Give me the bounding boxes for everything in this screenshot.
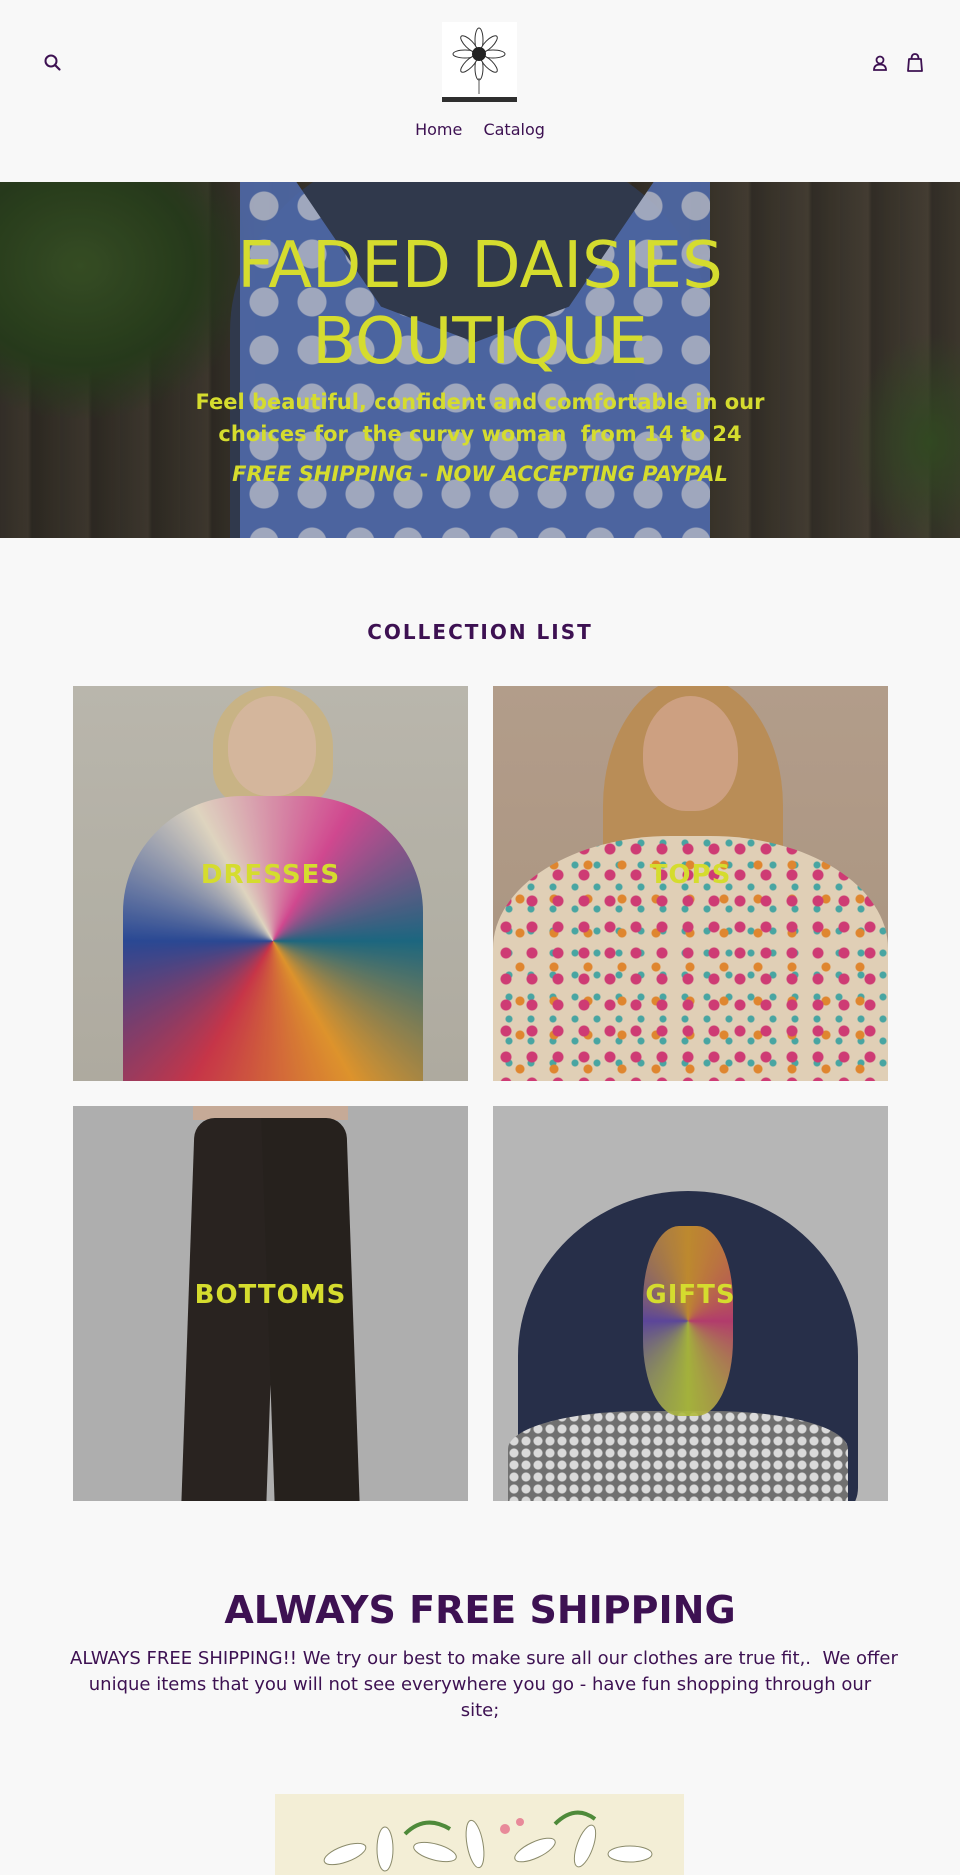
collection-label-dresses: DRESSES	[200, 860, 341, 890]
account-button[interactable]	[868, 50, 892, 76]
daisy-flowers-image	[323, 1810, 653, 1872]
hero-title-line2: BOUTIQUE	[312, 305, 648, 379]
hero-subtitle-line1: Feel beautiful, confident and comfortabl…	[195, 390, 765, 414]
daisy-logo	[452, 27, 506, 94]
daisy-illustration	[275, 1794, 684, 1875]
nav-home[interactable]: Home	[415, 120, 462, 139]
cart-button[interactable]	[902, 48, 928, 76]
site-logo[interactable]	[442, 22, 517, 102]
collection-label-tops: TOPS	[649, 860, 732, 890]
free-shipping-text-line2: unique items that you will not see every…	[88, 1674, 872, 1721]
free-shipping-text-line1: ALWAYS FREE SHIPPING!! We try our best t…	[70, 1648, 898, 1669]
collection-card-bottoms[interactable]: BOTTOMS	[73, 1106, 468, 1501]
hero-title-line1: FADED DAISIES	[237, 229, 723, 303]
collection-card-gifts[interactable]: GIFTS	[493, 1106, 888, 1501]
search-icon	[44, 54, 61, 71]
collection-card-tops[interactable]: TOPS	[493, 686, 888, 1081]
free-shipping-title: ALWAYS FREE SHIPPING	[224, 1588, 736, 1632]
hero-shipping-note: FREE SHIPPING - NOW ACCEPTING PAYPAL	[232, 462, 728, 486]
hero-title: FADED DAISIES BOUTIQUE	[0, 228, 960, 380]
hero-banner: FADED DAISIES BOUTIQUE Feel beautiful, c…	[0, 182, 960, 538]
site-header: Home Catalog	[0, 0, 960, 182]
main-nav: Home Catalog	[0, 120, 960, 139]
logo-bar	[442, 97, 517, 102]
hero-subtitle-line2: choices for the curvy woman from 14 to 2…	[218, 422, 742, 446]
collection-list-title: COLLECTION LIST	[367, 620, 593, 644]
hero-subtitle: Feel beautiful, confident and comfortabl…	[150, 386, 810, 450]
collection-label-gifts: GIFTS	[645, 1280, 736, 1310]
search-button[interactable]	[40, 50, 66, 76]
collection-card-dresses[interactable]: DRESSES	[73, 686, 468, 1081]
nav-catalog[interactable]: Catalog	[483, 120, 544, 139]
account-icon	[873, 55, 887, 71]
collection-label-bottoms: BOTTOMS	[194, 1280, 347, 1310]
free-shipping-text: ALWAYS FREE SHIPPING!! We try our best t…	[70, 1646, 898, 1724]
cart-icon	[907, 53, 923, 72]
